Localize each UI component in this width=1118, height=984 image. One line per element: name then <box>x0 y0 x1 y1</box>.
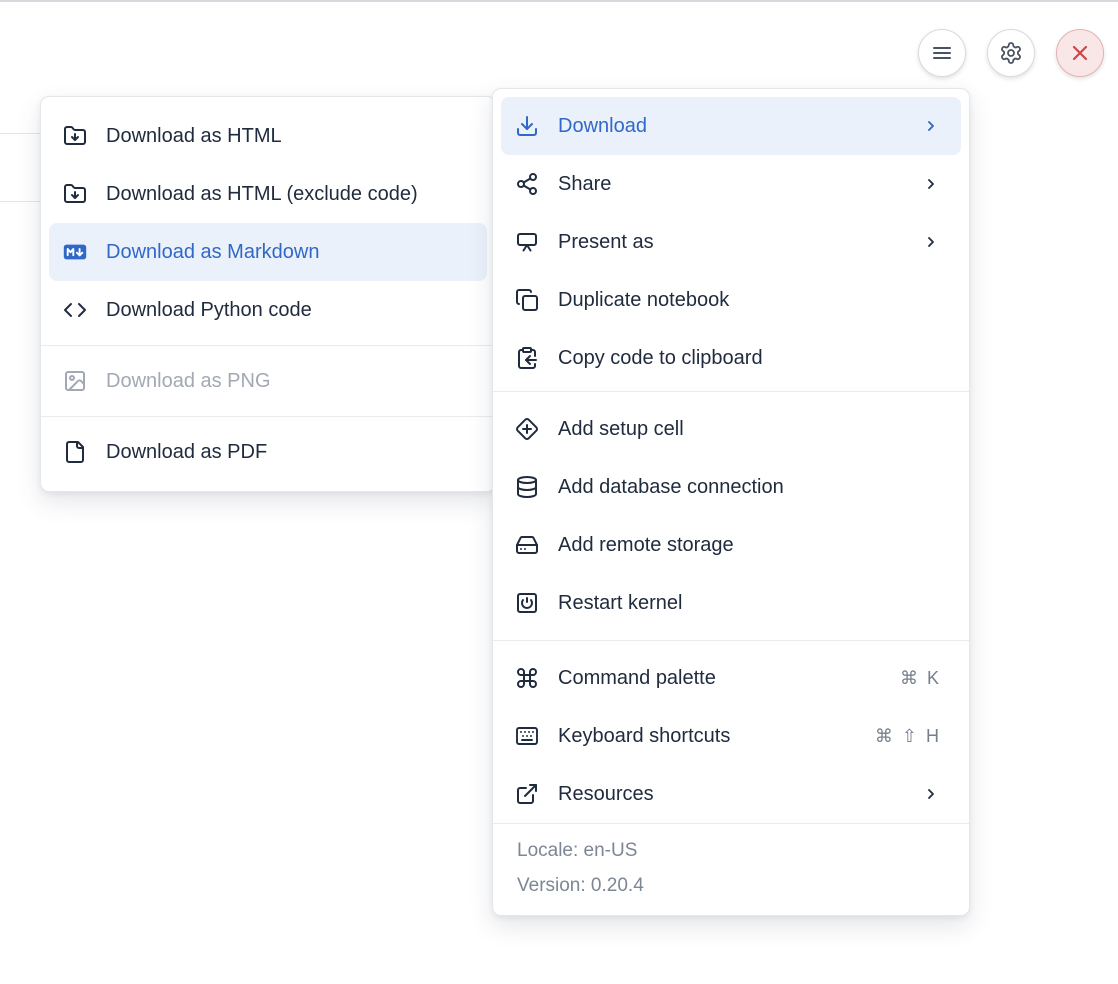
copy-icon <box>515 288 539 312</box>
menu-item-restart-kernel[interactable]: Restart kernel <box>501 574 961 632</box>
menu-item-add-setup-cell[interactable]: Add setup cell <box>501 400 961 458</box>
menu-item-label: Share <box>558 173 904 196</box>
menu-item-label: Add database connection <box>558 476 939 499</box>
menu-item-share[interactable]: Share <box>501 155 961 213</box>
menu-item-download-as-markdown[interactable]: Download as Markdown <box>49 223 487 281</box>
menu-item-label: Copy code to clipboard <box>558 347 939 370</box>
menu-item-label: Present as <box>558 231 904 254</box>
menu-group: Download as HTML Download as HTML (exclud… <box>41 101 495 345</box>
menu-item-download-python-code[interactable]: Download Python code <box>49 281 487 339</box>
menu-item-label: Download Python code <box>106 299 465 322</box>
shutdown-button[interactable] <box>1056 29 1104 77</box>
menu-group: Add setup cell Add database connection Add… <box>493 391 969 640</box>
menu-item-command-palette[interactable]: Command palette⌘K <box>501 649 961 707</box>
menu-item-copy-code-to-clipboard[interactable]: Copy code to clipboard <box>501 329 961 387</box>
background-cell-border <box>0 133 40 134</box>
menu-item-download-as-html[interactable]: Download as HTML <box>49 107 487 165</box>
chevron-right-icon <box>923 786 939 802</box>
shortcut-key: ⌘ <box>875 726 893 747</box>
menu-item-present-as[interactable]: Present as <box>501 213 961 271</box>
menu-item-download-as-png: Download as PNG <box>49 352 487 410</box>
shortcut-key: ⇧ <box>902 726 917 747</box>
menu-item-resources[interactable]: Resources <box>501 765 961 823</box>
menu-group: Download as PNG <box>41 345 495 416</box>
menu-item-label: Add remote storage <box>558 534 939 557</box>
hard-drive-icon <box>515 533 539 557</box>
chevron-right-icon <box>923 118 939 134</box>
image-icon <box>63 369 87 393</box>
background-cell-border <box>0 201 40 202</box>
gear-icon <box>999 41 1023 65</box>
shortcut-key: K <box>927 668 939 689</box>
keyboard-shortcut-hint: ⌘K <box>900 668 939 689</box>
menu-item-keyboard-shortcuts[interactable]: Keyboard shortcuts ⌘ ⇧ H <box>501 707 961 765</box>
code-icon <box>63 298 87 322</box>
close-icon <box>1068 41 1092 65</box>
command-icon <box>515 666 539 690</box>
menu-item-label: Resources <box>558 783 904 806</box>
download-icon <box>515 114 539 138</box>
presentation-icon <box>515 230 539 254</box>
version-text: Version: 0.20.4 <box>517 868 945 903</box>
folder-down-icon <box>63 182 87 206</box>
menu-item-download[interactable]: Download <box>501 97 961 155</box>
menu-item-label: Download <box>558 115 904 138</box>
folder-down-icon <box>63 124 87 148</box>
menu-item-label: Download as HTML <box>106 125 465 148</box>
settings-button[interactable] <box>987 29 1035 77</box>
database-icon <box>515 475 539 499</box>
menu-item-label: Duplicate notebook <box>558 289 939 312</box>
shortcut-key: ⌘ <box>900 668 918 689</box>
menu-group: Command palette⌘KKeyboard shortcuts⌘⇧HRe… <box>493 640 969 823</box>
download-submenu: Download as HTML Download as HTML (exclud… <box>40 96 496 492</box>
file-icon <box>63 440 87 464</box>
menu-groups: Download Share Present as Duplicate noteboo… <box>493 93 969 823</box>
menu-item-duplicate-notebook[interactable]: Duplicate notebook <box>501 271 961 329</box>
locale-text: Locale: en-US <box>517 833 945 868</box>
hamburger-icon <box>930 41 954 65</box>
menu-item-add-database-connection[interactable]: Add database connection <box>501 458 961 516</box>
menu-footer: Locale: en-US Version: 0.20.4 <box>493 823 969 915</box>
notebook-actions-menu: Download Share Present as Duplicate noteboo… <box>492 88 970 916</box>
menu-item-label: Download as HTML (exclude code) <box>106 183 465 206</box>
menu-item-label: Add setup cell <box>558 418 939 441</box>
keyboard-shortcut-hint: ⌘ ⇧ H <box>875 726 939 747</box>
menu-item-label: Download as PDF <box>106 441 465 464</box>
menu-item-label: Command palette <box>558 667 881 690</box>
share-icon <box>515 172 539 196</box>
menu-group: Download as PDF <box>41 416 495 487</box>
chevron-right-icon <box>923 234 939 250</box>
notebook-actions-menu-button[interactable] <box>918 29 966 77</box>
menu-item-add-remote-storage[interactable]: Add remote storage <box>501 516 961 574</box>
power-square-icon <box>515 591 539 615</box>
menu-item-download-as-html-exclude-code[interactable]: Download as HTML (exclude code) <box>49 165 487 223</box>
menu-item-label: Download as Markdown <box>106 241 465 264</box>
menu-item-label: Keyboard shortcuts <box>558 725 856 748</box>
keyboard-icon <box>515 724 539 748</box>
menu-group: Download Share Present as Duplicate noteboo… <box>493 93 969 391</box>
menu-item-download-as-pdf[interactable]: Download as PDF <box>49 423 487 481</box>
clipboard-copy-icon <box>515 346 539 370</box>
menu-item-label: Download as PNG <box>106 370 465 393</box>
floating-toolbar <box>918 29 1104 77</box>
page-top-border <box>0 0 1118 2</box>
external-link-icon <box>515 782 539 806</box>
menu-item-label: Restart kernel <box>558 592 939 615</box>
markdown-icon <box>63 240 87 264</box>
shortcut-key: H <box>926 726 939 747</box>
chevron-right-icon <box>923 176 939 192</box>
diamond-plus-icon <box>515 417 539 441</box>
